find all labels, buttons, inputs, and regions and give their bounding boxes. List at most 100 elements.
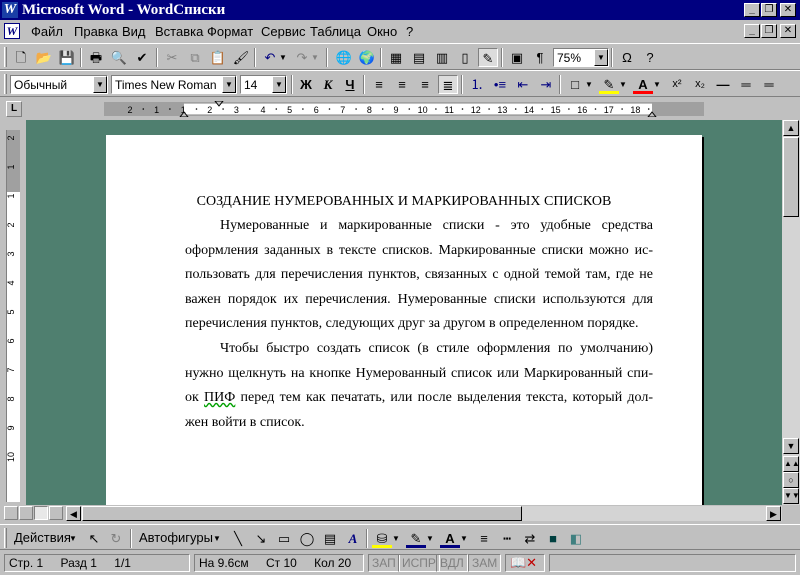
numbering-icon[interactable]: ⒈ [467, 75, 487, 94]
undo-dropdown-icon[interactable]: ▼ [278, 48, 288, 67]
document-map-icon[interactable]: ▣ [507, 48, 527, 67]
double-line-icon[interactable]: ═ [736, 75, 756, 94]
3d-icon[interactable]: ◧ [566, 529, 586, 548]
maximize-button[interactable]: ❐ [761, 3, 777, 17]
menu-insert[interactable]: Вставка [155, 24, 203, 39]
vertical-scrollbar[interactable]: ▲ ▼ ▲▲ ○ ▼▼ [782, 120, 800, 505]
open-folder-icon[interactable]: 📂 [34, 48, 54, 67]
menu-edit[interactable]: Правка [74, 24, 118, 39]
new-document-icon[interactable]: 🗋 [11, 48, 31, 67]
italic-button[interactable]: К [318, 75, 338, 94]
actions-dropdown-icon[interactable]: ▼ [68, 529, 78, 548]
status-trk[interactable]: ИСПР [398, 554, 440, 572]
spelling-status-icon[interactable]: 📖✕ [505, 554, 545, 572]
style-combo[interactable]: Обычный ▼ [10, 75, 108, 94]
redo-icon[interactable]: ↷ [292, 48, 312, 67]
wordart-icon[interactable]: A [343, 529, 363, 548]
font-dropdown-icon[interactable]: ▼ [222, 76, 236, 93]
word-app-icon[interactable]: W [2, 2, 18, 18]
next-page-icon[interactable]: ▼▼ [783, 488, 800, 504]
outline-view-button[interactable] [49, 506, 63, 520]
toolbar-grip[interactable] [4, 528, 7, 548]
print-icon[interactable]: 🖶 [86, 48, 106, 67]
insert-excel-icon[interactable]: ▥ [432, 48, 452, 67]
drawing-font-color-icon[interactable]: A [440, 529, 460, 548]
print-preview-icon[interactable]: 🔍 [109, 48, 129, 67]
document-area[interactable]: СОЗДАНИЕ НУМЕРОВАННЫХ И МАРКИРОВАННЫХ СП… [26, 120, 782, 505]
arrow-style-icon[interactable]: ⇄ [520, 529, 540, 548]
format-painter-icon[interactable]: 🖌 [231, 48, 251, 67]
oval-tool-icon[interactable]: ◯ [297, 529, 317, 548]
menu-format[interactable]: Формат [207, 24, 253, 39]
drawing-icon[interactable]: ✎ [478, 48, 498, 67]
misspelled-word[interactable]: ПИФ [204, 390, 235, 405]
show-hide-icon[interactable]: ¶ [530, 48, 550, 67]
spelling-icon[interactable]: ✔ [132, 48, 152, 67]
horizontal-ruler[interactable]: 2 1 1 2 3 4 5 6 7 8 9 10 11 12 13 14 15 16 17 18 [104, 101, 704, 117]
previous-page-icon[interactable]: ▲▲ [783, 456, 800, 472]
highlight-icon[interactable]: ✎ [599, 75, 619, 94]
document-icon[interactable]: W [4, 23, 20, 39]
shadow-icon[interactable]: ■ [543, 529, 563, 548]
autoshapes-menu-button[interactable]: Автофигуры [139, 530, 213, 545]
toolbar-grip[interactable] [4, 74, 7, 94]
status-ovr[interactable]: ЗАМ [468, 554, 502, 572]
web-layout-view-button[interactable] [19, 506, 33, 520]
align-right-icon[interactable]: ≡ [415, 75, 435, 94]
horizontal-scrollbar[interactable]: ◀ ▶ [66, 506, 782, 521]
undo-icon[interactable]: ↶ [260, 48, 280, 67]
rectangle-tool-icon[interactable]: ▭ [274, 529, 294, 548]
style-dropdown-icon[interactable]: ▼ [93, 76, 107, 93]
hyperlink-icon[interactable]: 🌐 [334, 48, 354, 67]
decrease-indent-icon[interactable]: ⇤ [513, 75, 533, 94]
menu-view[interactable]: Вид [122, 24, 146, 39]
status-rec[interactable]: ЗАП [368, 554, 400, 572]
toolbar-grip[interactable] [4, 47, 7, 67]
actions-menu-button[interactable]: Действия [14, 530, 71, 545]
fill-color-icon[interactable]: ⛁ [372, 529, 392, 548]
doc-restore-button[interactable]: ❐ [761, 24, 777, 38]
text-box-icon[interactable]: ▤ [320, 529, 340, 548]
font-size-dropdown-icon[interactable]: ▼ [272, 76, 286, 93]
copy-icon[interactable]: ⧉ [185, 48, 205, 67]
subscript-icon[interactable]: x₂ [690, 75, 710, 94]
menu-window[interactable]: Окно [367, 24, 397, 39]
menu-help[interactable]: ? [406, 24, 413, 39]
borders-icon[interactable]: □ [565, 75, 585, 94]
tab-selector-button[interactable]: L [6, 101, 22, 117]
font-size-combo[interactable]: 14 ▼ [240, 75, 287, 94]
font-color-icon[interactable]: A [633, 75, 653, 94]
highlight-dropdown-icon[interactable]: ▼ [618, 75, 628, 94]
document-page[interactable]: СОЗДАНИЕ НУМЕРОВАННЫХ И МАРКИРОВАННЫХ СП… [106, 135, 702, 505]
align-center-icon[interactable]: ≡ [392, 75, 412, 94]
minimize-button[interactable]: _ [744, 3, 760, 17]
superscript-icon[interactable]: x² [667, 75, 687, 94]
status-ext[interactable]: ВДЛ [436, 554, 468, 572]
insert-table-icon[interactable]: ▤ [409, 48, 429, 67]
line-color-dropdown-icon[interactable]: ▼ [425, 529, 435, 548]
drawing-font-color-dropdown-icon[interactable]: ▼ [459, 529, 469, 548]
justify-icon[interactable]: ≣ [438, 75, 458, 94]
save-icon[interactable]: 💾 [57, 48, 77, 67]
line-style-icon[interactable]: ═ [759, 75, 779, 94]
normal-view-button[interactable] [4, 506, 18, 520]
arrow-tool-icon[interactable]: ↘ [251, 529, 271, 548]
autoshapes-dropdown-icon[interactable]: ▼ [212, 529, 222, 548]
font-color-dropdown-icon[interactable]: ▼ [652, 75, 662, 94]
redo-dropdown-icon[interactable]: ▼ [310, 48, 320, 67]
scroll-up-icon[interactable]: ▲ [783, 120, 799, 136]
dash-style-icon[interactable]: ┅ [497, 529, 517, 548]
line-style-tool-icon[interactable]: ≡ [474, 529, 494, 548]
line-tool-icon[interactable]: ╲ [228, 529, 248, 548]
bullets-icon[interactable]: •≡ [490, 75, 510, 94]
menu-tools[interactable]: Сервис [261, 24, 306, 39]
line-color-icon[interactable]: ✎ [406, 529, 426, 548]
office-assistant-icon[interactable]: ? [640, 48, 660, 67]
scroll-down-icon[interactable]: ▼ [783, 438, 799, 454]
underline-button[interactable]: Ч [340, 75, 360, 94]
font-combo[interactable]: Times New Roman ▼ [111, 75, 237, 94]
line-icon[interactable]: — [713, 75, 733, 94]
doc-minimize-button[interactable]: _ [744, 24, 760, 38]
menu-table[interactable]: Таблица [310, 24, 361, 39]
scroll-thumb[interactable] [783, 137, 799, 217]
